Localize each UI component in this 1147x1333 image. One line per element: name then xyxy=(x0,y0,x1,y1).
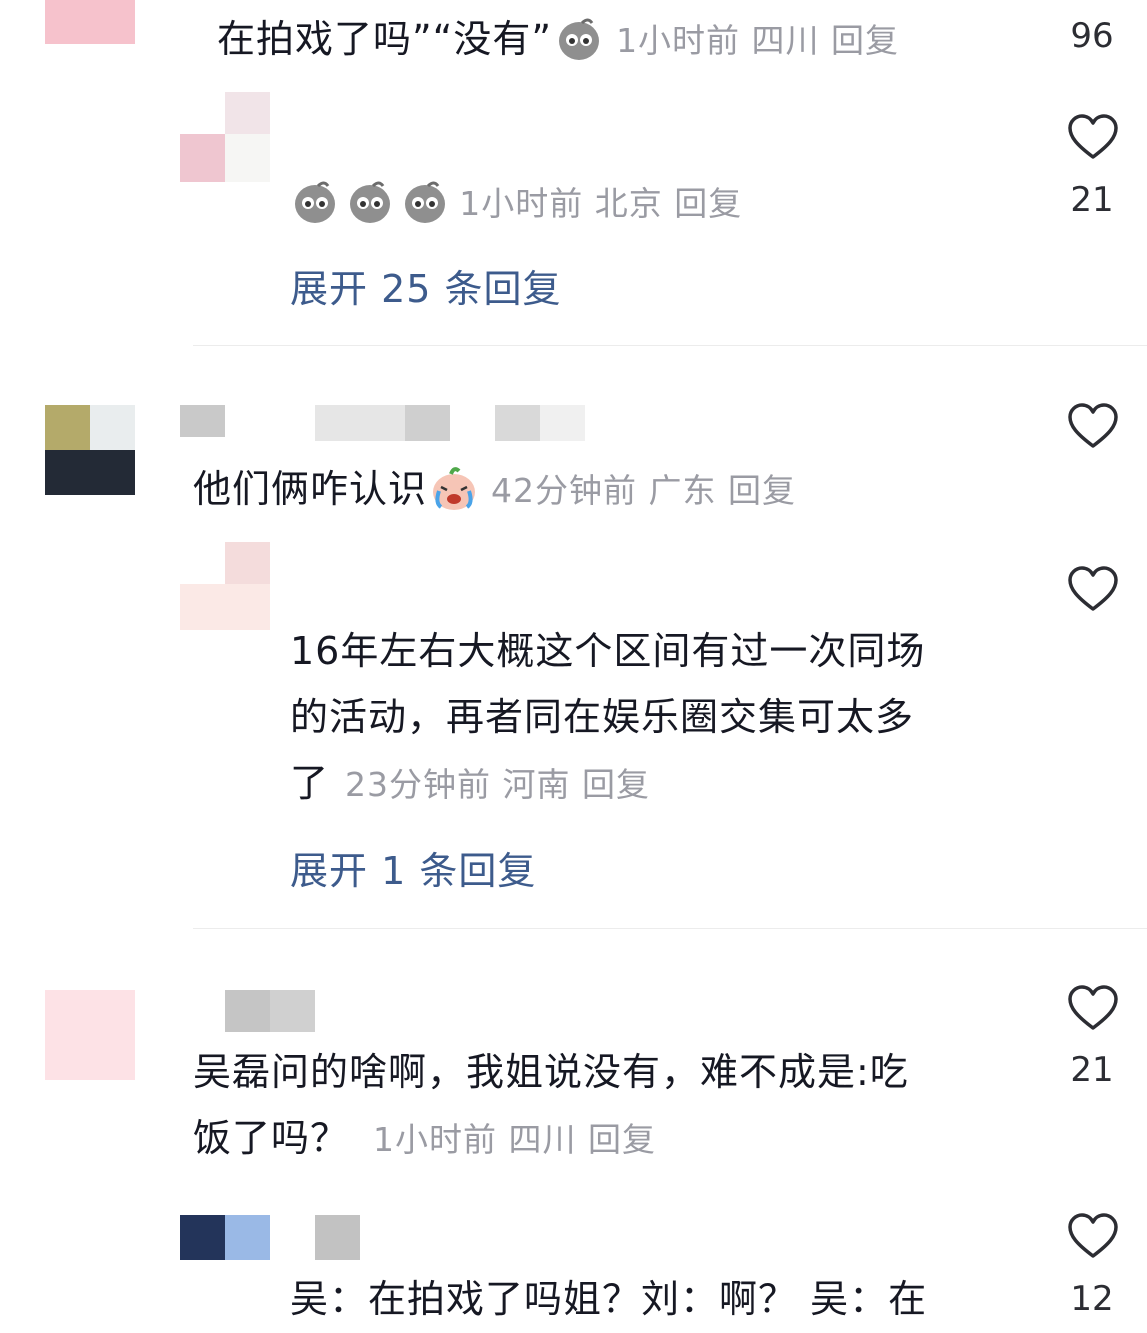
divider xyxy=(193,928,1147,929)
like-count: 12 xyxy=(1070,1279,1114,1319)
username-placeholder xyxy=(540,405,585,441)
avatar[interactable] xyxy=(180,92,270,182)
like-count: 21 xyxy=(1070,1050,1114,1090)
reply-body: 16年左右大概这个区间有过一次同场 的活动，再者同在娱乐圈交集可太多 了 23分钟… xyxy=(290,618,925,818)
potato-emoji-icon xyxy=(559,18,600,60)
heart-icon[interactable] xyxy=(1067,402,1119,450)
heart-icon[interactable] xyxy=(1067,1212,1119,1260)
comment-line: 饭了吗？ 1小时前 四川 回复 xyxy=(193,1116,656,1160)
emoji-row: 1小时前 北京 回复 xyxy=(290,176,742,226)
potato-emoji-icon xyxy=(295,181,335,223)
comment-text: 在拍戏了吗”“没有” 1小时前 四川 回复 xyxy=(217,6,899,74)
avatar[interactable] xyxy=(45,405,135,495)
username-placeholder xyxy=(225,990,270,1032)
comment-line: 16年左右大概这个区间有过一次同场 xyxy=(290,629,926,673)
comment-meta: 1小时前 四川 回复 xyxy=(616,21,900,60)
heart-icon[interactable] xyxy=(1067,984,1119,1032)
comment-text: 吴：在拍戏了吗姐？刘：啊？ 吴：在 xyxy=(290,1277,928,1321)
comment-line: 了 23分钟前 河南 回复 xyxy=(290,761,650,805)
comment-meta: 1小时前 四川 回复 xyxy=(373,1120,656,1159)
username-placeholder xyxy=(495,405,540,441)
divider xyxy=(193,345,1147,346)
comment-text: 他们俩咋认识 42分钟前 广东 回复 xyxy=(193,456,796,524)
like-count: 96 xyxy=(1070,16,1114,56)
username-placeholder xyxy=(315,405,405,441)
avatar[interactable] xyxy=(180,542,270,630)
comment-line: 吴磊问的啥啊，我姐说没有，难不成是:吃 xyxy=(193,1050,909,1094)
crying-face-emoji-icon xyxy=(433,466,476,510)
username-placeholder xyxy=(270,990,315,1032)
comment-meta: 1小时前 北京 回复 xyxy=(459,184,743,223)
username-placeholder xyxy=(315,1215,360,1260)
heart-icon[interactable] xyxy=(1067,565,1119,613)
avatar[interactable] xyxy=(45,0,135,44)
like-count: 21 xyxy=(1070,180,1114,220)
comment-meta: 42分钟前 广东 回复 xyxy=(491,471,796,510)
avatar[interactable] xyxy=(180,1215,270,1260)
potato-emoji-icon xyxy=(405,181,446,223)
potato-emoji-icon xyxy=(350,181,391,223)
comment-meta: 23分钟前 河南 回复 xyxy=(345,765,650,804)
username-placeholder xyxy=(405,405,450,441)
username-placeholder xyxy=(180,405,225,437)
comment-line: 的活动，再者同在娱乐圈交集可太多 xyxy=(290,695,915,739)
comment-body: 吴磊问的啥啊，我姐说没有，难不成是:吃 饭了吗？ 1小时前 四川 回复 xyxy=(193,1039,909,1173)
expand-replies-button[interactable]: 展开 1 条回复 xyxy=(290,840,536,895)
expand-replies-button[interactable]: 展开 25 条回复 xyxy=(290,258,562,313)
heart-icon[interactable] xyxy=(1067,113,1119,161)
avatar[interactable] xyxy=(45,990,135,1080)
